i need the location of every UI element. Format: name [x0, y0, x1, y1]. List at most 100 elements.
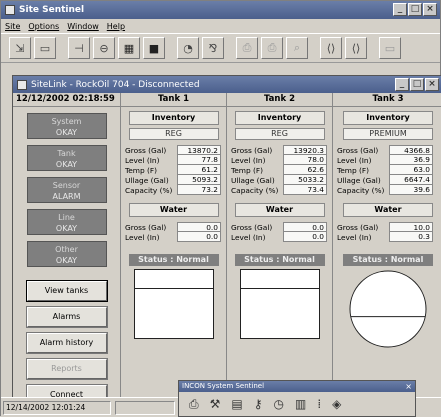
water-level-value: 0.0 — [177, 232, 221, 242]
child-minimize-button[interactable]: _ — [395, 78, 409, 91]
chart-icon[interactable]: ▥ — [295, 397, 306, 412]
key-icon[interactable]: ⚷ — [254, 397, 263, 412]
tank-name: Tank 3 — [333, 93, 441, 107]
app-title: Site Sentinel — [19, 5, 85, 15]
water-gross-value: 0.0 — [177, 222, 221, 232]
print-icon[interactable]: ⎙ — [236, 37, 258, 59]
capacity-value: 73.4 — [283, 185, 327, 195]
status-panel: 12/12/2002 02:18:59 System OKAY Tank OKA… — [13, 93, 121, 406]
child-close-button[interactable]: × — [425, 78, 439, 91]
gauge-fill — [240, 288, 319, 338]
tank-3-panel: Tank 3 Inventory PREMIUM Gross (Gal) 4366… — [333, 93, 441, 404]
other-status: Other OKAY — [26, 241, 107, 267]
product-name: PREMIUM — [343, 128, 433, 140]
report-icon[interactable]: ⌕ — [286, 37, 308, 59]
tank-status: Tank OKAY — [26, 145, 107, 171]
tank-1-panel: Tank 1 Inventory REG Gross (Gal) 13870.2 … — [121, 93, 227, 404]
temp-label: Temp (F) — [125, 165, 158, 175]
monitor-icon[interactable]: ▦ — [118, 37, 140, 59]
palette-titlebar: INCON System Sentinel × — [179, 381, 415, 392]
water-gross-label: Gross (Gal) — [231, 222, 273, 232]
temp-value: 63.0 — [389, 165, 433, 175]
ullage-value: 6647.4 — [389, 175, 433, 185]
capacity-label: Capacity (%) — [125, 185, 173, 195]
menu-help[interactable]: Help — [107, 22, 125, 31]
status-state: OKAY — [55, 128, 78, 137]
status-label: Line — [58, 213, 75, 222]
display-icon[interactable]: ■ — [143, 37, 165, 59]
level-value: 78.0 — [283, 155, 327, 165]
window-icon[interactable]: ▭ — [379, 37, 401, 59]
view-tanks-button[interactable]: View tanks — [25, 280, 108, 302]
gross-label: Gross (Gal) — [337, 145, 379, 155]
minimize-button[interactable]: _ — [393, 3, 407, 16]
ullage-label: Ullage (Gal) — [125, 175, 169, 185]
sitelink-title: SiteLink - RockOil 704 - Disconnected — [31, 79, 200, 90]
tank-status-label: Status : Normal — [343, 254, 433, 266]
water-gross-label: Gross (Gal) — [337, 222, 379, 232]
disk-icon[interactable]: ◈ — [332, 397, 341, 412]
gross-value: 13870.2 — [177, 145, 221, 155]
maximize-button[interactable]: □ — [408, 3, 422, 16]
tank-level-gauge — [349, 270, 427, 348]
sensor-status: Sensor ALARM — [26, 177, 107, 203]
menu-options[interactable]: Options — [28, 22, 59, 31]
open-icon[interactable]: ⇲ — [9, 37, 31, 59]
menu-window[interactable]: Window — [67, 22, 99, 31]
ullage-label: Ullage (Gal) — [337, 175, 381, 185]
notepad-icon[interactable]: ▤ — [231, 397, 242, 412]
printer-icon[interactable]: ⎙ — [189, 397, 199, 412]
menu-site[interactable]: Site — [5, 22, 20, 31]
gross-value: 13920.3 — [283, 145, 327, 155]
palette-title: INCON System Sentinel — [182, 382, 265, 390]
statusbar-panel — [115, 400, 175, 415]
level-label: Level (In) — [337, 155, 372, 165]
tools-icon[interactable]: ⚒ — [210, 397, 221, 412]
next-icon[interactable]: ⟨⟩ — [345, 37, 367, 59]
gross-value: 4366.8 — [389, 145, 433, 155]
level-label: Level (In) — [231, 155, 266, 165]
water-header: Water — [234, 203, 325, 217]
alarm-history-button[interactable]: Alarm history — [25, 332, 108, 354]
water-level-value: 0.0 — [283, 232, 327, 242]
status-label: Tank — [57, 149, 76, 158]
ullage-label: Ullage (Gal) — [231, 175, 275, 185]
app-titlebar: Site Sentinel _ □ × — [1, 1, 440, 19]
tank-2-panel: Tank 2 Inventory REG Gross (Gal) 13920.3 … — [227, 93, 333, 404]
main-window: Site Sentinel _ □ × Site Options Window … — [0, 0, 441, 417]
grid-icon[interactable]: ⁞ — [317, 397, 321, 412]
tank-status-label: Status : Normal — [234, 254, 325, 266]
reports-button[interactable]: Reports — [25, 358, 108, 380]
clock-icon[interactable]: ◷ — [274, 397, 284, 412]
product-name: REG — [128, 128, 219, 140]
inventory-header: Inventory — [234, 111, 325, 125]
incon-palette: INCON System Sentinel × ⎙ ⚒ ▤ ⚷ ◷ ▥ ⁞ ◈ — [178, 380, 416, 417]
temp-label: Temp (F) — [231, 165, 264, 175]
capacity-value: 39.6 — [389, 185, 433, 195]
water-gross-label: Gross (Gal) — [125, 222, 167, 232]
gauge-icon[interactable]: ⊖ — [93, 37, 115, 59]
print-preview-icon[interactable]: ⎙ — [261, 37, 283, 59]
tank-name: Tank 2 — [227, 93, 332, 107]
alarms-button[interactable]: Alarms — [25, 306, 108, 328]
capacity-label: Capacity (%) — [231, 185, 279, 195]
level-value: 77.8 — [177, 155, 221, 165]
gross-label: Gross (Gal) — [125, 145, 167, 155]
water-level-value: 0.3 — [389, 232, 433, 242]
alarm-bell-icon[interactable]: ◔ — [177, 37, 199, 59]
water-gross-value: 10.0 — [389, 222, 433, 232]
current-datetime: 12/12/2002 02:18:59 — [13, 93, 120, 107]
palette-close-button[interactable]: × — [405, 381, 412, 392]
tank-probe-icon[interactable]: ⊣ — [68, 37, 90, 59]
toolbar: ⇲ ▭ ⊣ ⊖ ▦ ■ ◔ ⅋ ⎙ ⎙ ⌕ ⟨⟩ ⟨⟩ ▭ — [1, 33, 440, 63]
water-gross-value: 0.0 — [283, 222, 327, 232]
child-maximize-button[interactable]: □ — [410, 78, 424, 91]
window-icon — [17, 79, 27, 90]
status-state: OKAY — [55, 256, 78, 265]
statusbar-datetime: 12/14/2002 12:01:24 — [3, 400, 111, 415]
ullage-value: 5033.2 — [283, 175, 327, 185]
prev-icon[interactable]: ⟨⟩ — [320, 37, 342, 59]
sensor-icon[interactable]: ⅋ — [202, 37, 224, 59]
close-button[interactable]: × — [423, 3, 437, 16]
save-icon[interactable]: ▭ — [34, 37, 56, 59]
